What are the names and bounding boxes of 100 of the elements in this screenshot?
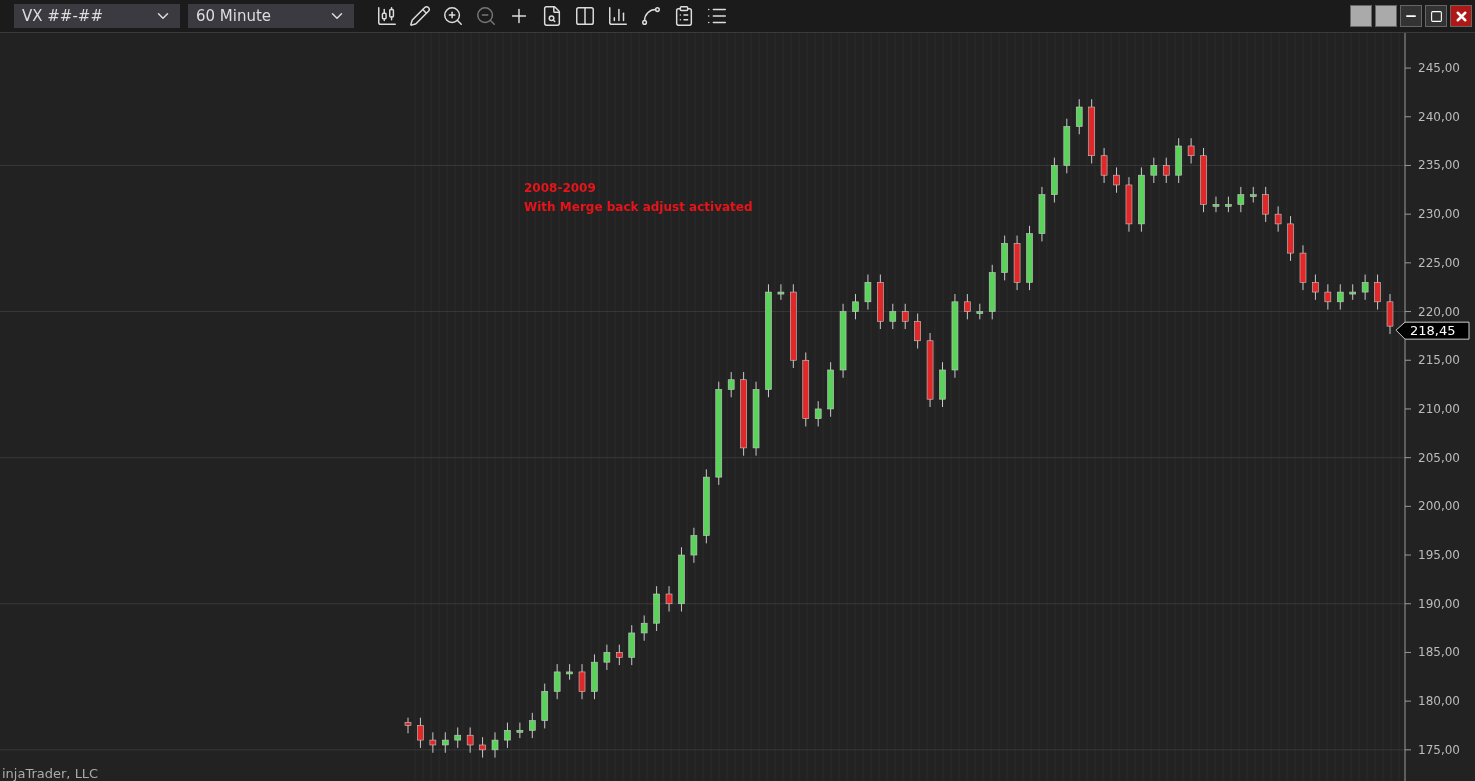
candle xyxy=(777,283,785,301)
candle xyxy=(429,731,437,754)
candle xyxy=(616,644,623,666)
candle xyxy=(1162,157,1170,184)
last-price-badge: 218,45 xyxy=(1395,321,1470,340)
candle xyxy=(976,303,984,320)
axis-label: 240,00 xyxy=(1418,109,1460,124)
candle xyxy=(1324,283,1332,311)
candle xyxy=(852,293,859,320)
candle xyxy=(603,644,611,671)
instrument-dropdown[interactable]: VX ##-## xyxy=(14,4,180,28)
candle xyxy=(1175,137,1182,184)
candle xyxy=(566,663,573,681)
candle xyxy=(1150,157,1158,184)
candle xyxy=(1312,274,1319,301)
candle xyxy=(864,274,872,311)
candlestick-icon[interactable] xyxy=(376,5,398,27)
candle xyxy=(889,303,897,330)
candle xyxy=(1100,147,1108,184)
candle xyxy=(939,361,946,408)
axis-label: 245,00 xyxy=(1418,61,1460,76)
chart-annotation: 2008-2009 xyxy=(524,180,597,197)
candle xyxy=(640,614,648,642)
window-button[interactable] xyxy=(1350,5,1372,27)
candle xyxy=(1187,137,1195,164)
candle xyxy=(665,585,673,613)
candle xyxy=(1038,186,1046,242)
candle xyxy=(1287,215,1294,262)
axis-label: 225,00 xyxy=(1418,255,1460,270)
candle xyxy=(1299,244,1307,291)
maximize-icon xyxy=(1429,9,1443,23)
candle xyxy=(578,663,586,700)
minimize-button[interactable] xyxy=(1400,5,1422,27)
candle xyxy=(1138,166,1145,233)
candle xyxy=(1051,157,1058,203)
candle xyxy=(1262,186,1269,223)
axis-label: 175,00 xyxy=(1418,742,1460,757)
candle xyxy=(553,663,561,700)
candle xyxy=(653,585,660,632)
candle xyxy=(529,712,536,739)
candle xyxy=(1225,196,1232,213)
candle xyxy=(541,683,549,729)
candle xyxy=(491,731,499,759)
axis-label: 180,00 xyxy=(1418,694,1460,709)
candle xyxy=(1237,186,1245,213)
candle xyxy=(1125,176,1133,233)
candle xyxy=(1349,283,1356,301)
bar-chart-icon[interactable] xyxy=(607,5,629,27)
candle xyxy=(1200,147,1207,213)
candle xyxy=(914,313,921,350)
candle xyxy=(727,371,735,398)
candle xyxy=(1274,205,1282,233)
columns-icon[interactable] xyxy=(574,5,596,27)
candle xyxy=(404,717,412,734)
candle xyxy=(1337,283,1344,311)
candle xyxy=(1374,274,1381,311)
axis-label: 230,00 xyxy=(1418,207,1460,222)
candle xyxy=(1249,186,1257,203)
axis-label: 185,00 xyxy=(1418,645,1460,660)
candle xyxy=(591,653,598,700)
axis-label: 200,00 xyxy=(1418,499,1460,514)
axis-label: 210,00 xyxy=(1418,401,1460,416)
candle xyxy=(1113,166,1120,194)
candle xyxy=(454,726,462,749)
clipboard-icon[interactable] xyxy=(673,5,695,27)
candle xyxy=(1088,98,1095,164)
candle xyxy=(690,527,698,564)
axis-label: 220,00 xyxy=(1418,304,1460,319)
document-search-icon[interactable] xyxy=(541,5,563,27)
candle xyxy=(466,726,474,754)
maximize-button[interactable] xyxy=(1425,5,1447,27)
zoom-out-icon[interactable] xyxy=(475,5,497,27)
candle xyxy=(1013,235,1021,291)
interval-dropdown[interactable]: 60 Minute xyxy=(188,4,354,28)
close-button[interactable] xyxy=(1450,5,1472,27)
axis-label: 190,00 xyxy=(1418,596,1460,611)
candle xyxy=(628,624,636,666)
candle xyxy=(442,731,449,754)
candle xyxy=(1001,235,1008,281)
candle xyxy=(901,303,909,330)
pencil-icon[interactable] xyxy=(409,5,431,27)
candle xyxy=(814,400,822,427)
candle xyxy=(1075,98,1083,135)
candle xyxy=(1386,293,1394,335)
candle xyxy=(827,361,834,418)
candle xyxy=(1361,274,1369,301)
axis-label: 195,00 xyxy=(1418,548,1460,563)
line-chart-icon[interactable] xyxy=(640,5,662,27)
candle xyxy=(877,274,884,330)
candle xyxy=(678,546,685,613)
candle xyxy=(417,717,424,749)
axis-label: 235,00 xyxy=(1418,158,1460,173)
candle xyxy=(964,293,971,320)
candle xyxy=(1026,225,1033,291)
axis-label: 205,00 xyxy=(1418,450,1460,465)
axis-label: 215,00 xyxy=(1418,353,1460,368)
zoom-in-icon[interactable] xyxy=(442,5,464,27)
copyright-text: injaTrader, LLC xyxy=(2,766,99,781)
candle xyxy=(479,736,486,759)
candle xyxy=(1063,118,1071,174)
